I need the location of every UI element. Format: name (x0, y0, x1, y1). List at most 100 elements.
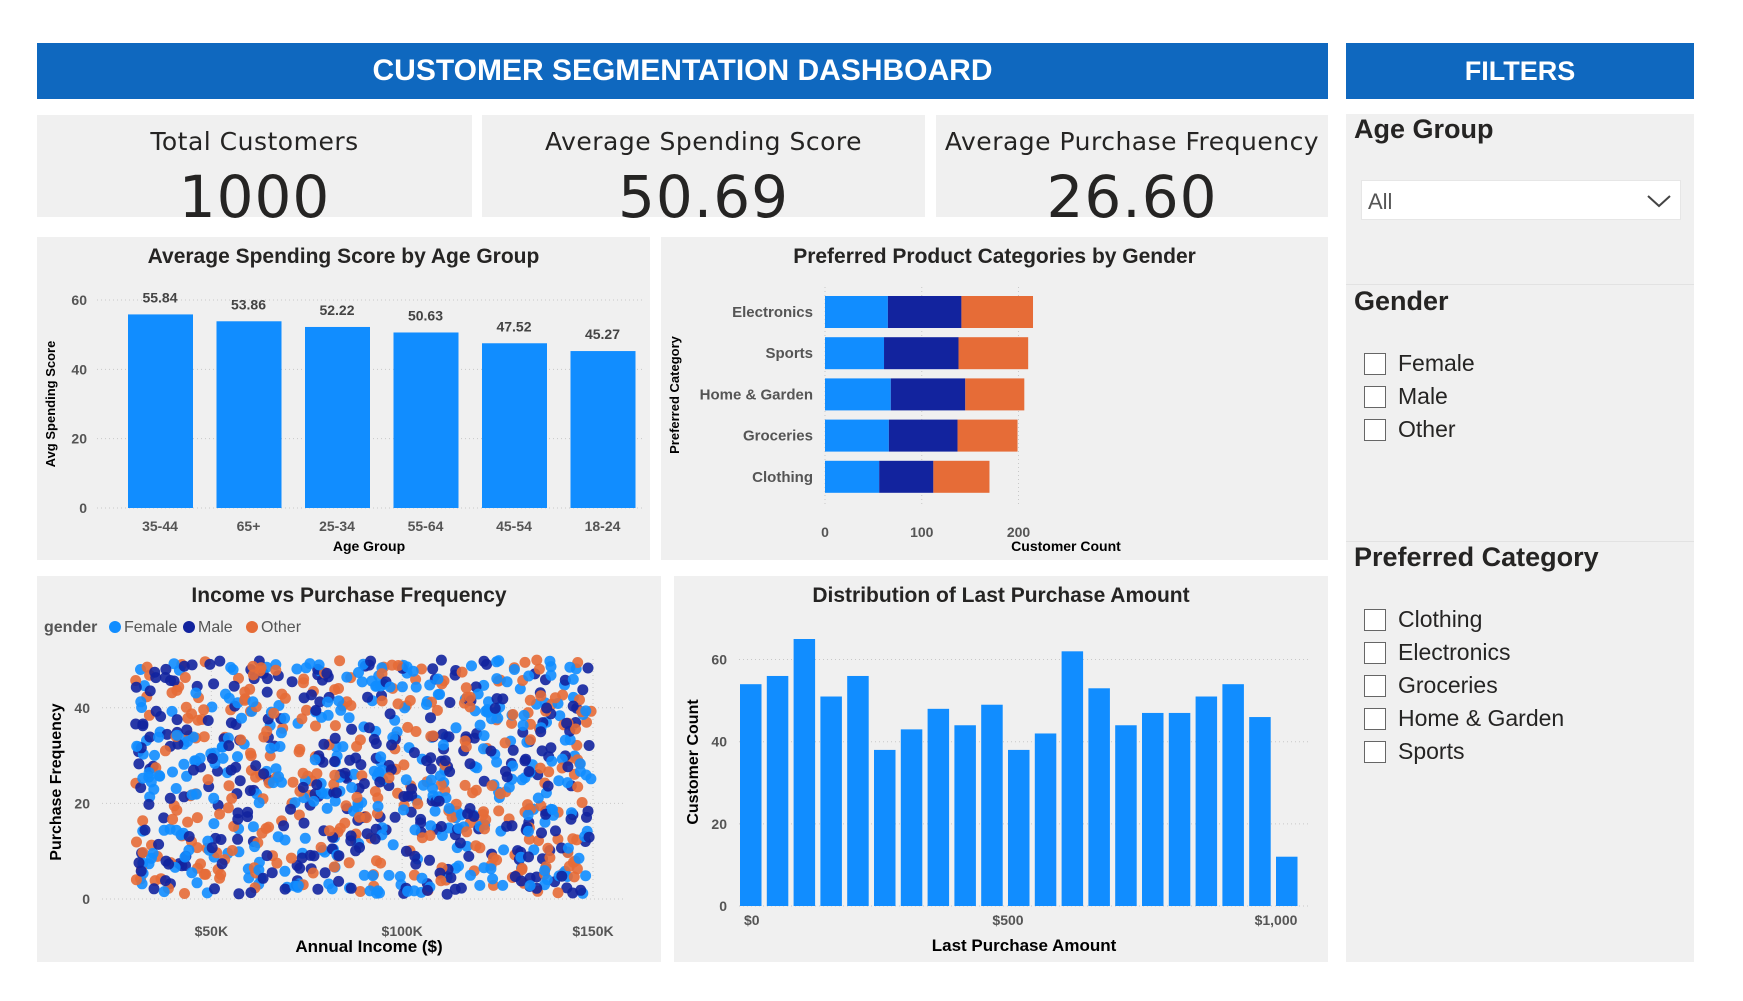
scatter-point (375, 751, 387, 763)
kpi-value: 26.60 (1046, 163, 1218, 231)
scatter-point (329, 756, 341, 767)
bar-segment (957, 419, 1018, 452)
legend-marker (246, 621, 258, 633)
scatter-point (523, 851, 534, 863)
scatter-point (408, 747, 420, 759)
scatter-point (299, 832, 311, 844)
scatter-point (160, 875, 171, 887)
scatter-point (453, 860, 464, 872)
scatter-point (139, 824, 151, 836)
filters-title-banner: FILTERS (1346, 43, 1694, 99)
category-option-electronics[interactable]: Electronics (1364, 639, 1510, 666)
option-label: Groceries (1398, 672, 1498, 698)
scatter-point (356, 676, 368, 688)
scatter-point (567, 887, 579, 899)
scatter-point (535, 726, 547, 738)
checkbox[interactable] (1364, 641, 1386, 664)
checkbox[interactable] (1364, 740, 1386, 763)
scatter-point (137, 815, 149, 827)
scatter-point (343, 712, 355, 724)
scatter-point (486, 713, 497, 725)
scatter-point (271, 857, 283, 869)
scatter-point (424, 679, 436, 691)
scatter-point (567, 673, 579, 685)
scatter-point (498, 844, 510, 856)
kpi-value: 50.69 (617, 163, 790, 231)
scatter-point (582, 662, 594, 674)
scatter-point (329, 720, 341, 732)
scatter-point (178, 660, 190, 672)
age-group-dropdown[interactable]: All (1361, 180, 1681, 220)
scatter-point (531, 654, 543, 666)
bar (1008, 749, 1030, 906)
scatter-point (454, 837, 466, 849)
scatter-point (461, 826, 473, 838)
y-tick-label: Home & Garden (700, 386, 813, 403)
scatter-point (497, 879, 509, 891)
checkbox[interactable] (1364, 385, 1386, 408)
scatter-point (292, 880, 304, 892)
checkbox[interactable] (1364, 707, 1386, 730)
bar (954, 725, 976, 906)
scatter-point (534, 762, 546, 774)
scatter-point (171, 684, 183, 696)
scatter-point (545, 661, 557, 673)
scatter-point (171, 729, 183, 741)
scatter-point (571, 863, 583, 875)
scatter-point (562, 777, 573, 789)
scatter-point (517, 719, 529, 731)
scatter-point (567, 700, 579, 712)
checkbox[interactable] (1364, 608, 1386, 631)
scatter-point (182, 712, 194, 724)
scatter-point (309, 754, 321, 766)
scatter-point (182, 736, 193, 747)
scatter-point (315, 841, 327, 853)
scatter-point (153, 838, 165, 850)
scatter-point (350, 752, 362, 764)
scatter-point (577, 684, 589, 696)
bar-segment (825, 296, 888, 328)
scatter-point (334, 822, 346, 834)
bar (1061, 651, 1084, 906)
x-tick-label: $500 (992, 912, 1023, 928)
scatter-point (549, 692, 561, 704)
scatter-point (464, 758, 476, 770)
y-axis-title: Preferred Category (667, 335, 682, 454)
scatter-point (214, 808, 226, 820)
scatter-point (460, 741, 472, 753)
category-option-groceries[interactable]: Groceries (1364, 672, 1498, 699)
bar (570, 351, 636, 508)
bar (393, 332, 459, 508)
category-option-clothing[interactable]: Clothing (1364, 606, 1482, 633)
option-label: Sports (1398, 738, 1465, 764)
legend-label: Male (198, 619, 233, 636)
bar (900, 729, 923, 906)
scatter-point (480, 814, 492, 826)
checkbox[interactable] (1364, 352, 1386, 375)
gender-option-male[interactable]: Male (1364, 383, 1448, 410)
scatter-point (460, 682, 472, 694)
checkbox[interactable] (1364, 674, 1386, 697)
scatter-point (130, 681, 142, 693)
scatter-point (351, 791, 363, 803)
scatter-point (464, 701, 476, 713)
checkbox[interactable] (1364, 418, 1386, 441)
x-tick-label: 25-34 (319, 518, 355, 534)
scatter-point (425, 712, 436, 724)
scatter-point (478, 655, 490, 667)
bar-segment (825, 337, 885, 370)
y-tick-label: Sports (765, 345, 813, 362)
bar-segment (961, 296, 1034, 328)
scatter-point (321, 667, 333, 679)
scatter-point (181, 724, 193, 736)
y-tick-label: 40 (74, 700, 90, 716)
scatter-point (518, 709, 530, 721)
gender-option-female[interactable]: Female (1364, 350, 1475, 377)
category-option-home-garden[interactable]: Home & Garden (1364, 705, 1564, 732)
filters-title: FILTERS (1464, 55, 1576, 86)
y-tick-label: Electronics (732, 304, 813, 321)
y-tick-label: 20 (71, 431, 87, 447)
scatter-point (274, 741, 286, 752)
gender-option-other[interactable]: Other (1364, 416, 1456, 443)
category-option-sports[interactable]: Sports (1364, 738, 1464, 765)
